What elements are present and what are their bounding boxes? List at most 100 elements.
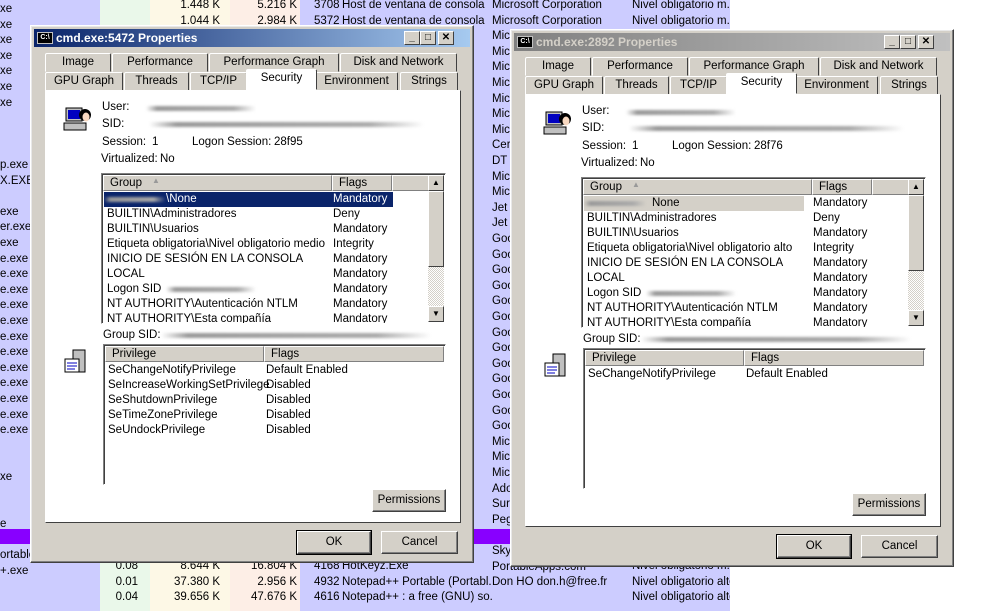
group-row[interactable]: Etiqueta obligatoria\Nivel obligatorio a…	[584, 241, 874, 256]
permissions-button[interactable]: Permissions	[372, 489, 446, 512]
empty-column-header	[392, 175, 430, 191]
group-row[interactable]: BUILTIN\Administradores Deny	[104, 207, 394, 222]
group-row[interactable]: BUILTIN\Administradores Deny	[584, 211, 874, 226]
privilege-column-header[interactable]: Privilege	[105, 346, 264, 362]
privilege-row[interactable]: SeChangeNotifyPrivilege Default Enabled	[586, 367, 906, 382]
tab-image[interactable]: Image	[45, 53, 111, 72]
tab-strings[interactable]: Strings	[880, 76, 938, 95]
group-flags: Mandatory	[813, 197, 868, 209]
tab-security[interactable]: Security	[246, 69, 317, 90]
tab-performance[interactable]: Performance	[112, 53, 208, 72]
user-label: User:	[582, 105, 610, 117]
tab-performance[interactable]: Performance	[592, 57, 688, 76]
flags-column-header[interactable]: Flags	[812, 179, 872, 195]
privilege-name: SeChangeNotifyPrivilege	[588, 368, 716, 380]
privileges-list[interactable]: Privilege Flags SeChangeNotifyPrivilege Def…	[583, 348, 926, 489]
tab-security[interactable]: Security	[726, 73, 797, 94]
flags-column-header[interactable]: Flags	[332, 175, 392, 191]
scrollbar-thumb[interactable]	[908, 195, 924, 271]
group-flags: Mandatory	[333, 283, 388, 295]
scroll-down-button[interactable]: ▼	[428, 306, 444, 322]
scroll-up-button[interactable]: ▲	[428, 175, 444, 191]
group-row[interactable]: NT AUTHORITY\Esta compañía Mandatory	[104, 312, 394, 323]
tab-disk-and-network[interactable]: Disk and Network	[340, 53, 457, 72]
tab-environment[interactable]: Environment	[795, 76, 878, 95]
permissions-button[interactable]: Permissions	[852, 493, 926, 516]
cancel-button[interactable]: Cancel	[381, 531, 458, 554]
logon-session-value: 28f95	[274, 136, 303, 148]
privilege-flags-column-header[interactable]: Flags	[264, 346, 444, 362]
process-name[interactable]: xe	[0, 2, 100, 17]
group-flags: Mandatory	[813, 272, 868, 284]
close-button[interactable]: ✕	[438, 31, 454, 45]
scroll-up-button[interactable]: ▲	[908, 179, 924, 195]
group-name: LOCAL	[587, 272, 625, 284]
title-bar[interactable]: C:\ cmd.exe:5472 Properties _ □ ✕	[34, 29, 470, 47]
privilege-flags-column-header[interactable]: Flags	[744, 350, 924, 366]
group-row[interactable]: Logon SID Mandatory	[584, 286, 874, 301]
tab-gpu-graph[interactable]: GPU Graph	[45, 72, 123, 91]
company-name[interactable]: Microsoft Corporation	[492, 0, 632, 13]
group-row[interactable]: LOCAL Mandatory	[584, 271, 874, 286]
privileges-list[interactable]: Privilege Flags SeChangeNotifyPrivilege Def…	[103, 344, 446, 485]
group-row[interactable]: BUILTIN\Usuarios Mandatory	[104, 222, 394, 237]
groups-scrollbar[interactable]: ▲ ▼	[908, 179, 924, 326]
minimize-button[interactable]: _	[404, 31, 420, 45]
tab-gpu-graph[interactable]: GPU Graph	[525, 76, 603, 95]
maximize-button[interactable]: □	[900, 35, 916, 49]
group-row[interactable]: Logon SID Mandatory	[104, 282, 394, 297]
close-button[interactable]: ✕	[918, 35, 934, 49]
group-column-header[interactable]: Group	[583, 179, 812, 195]
privilege-row[interactable]: SeChangeNotifyPrivilege Default Enabled	[106, 363, 426, 378]
tab-threads[interactable]: Threads	[124, 72, 189, 91]
group-row[interactable]: NT AUTHORITY\Esta compañía Mandatory	[584, 316, 874, 328]
privilege-row[interactable]: SeIncreaseWorkingSetPrivilege Disabled	[106, 378, 426, 393]
groups-scrollbar[interactable]: ▲ ▼	[428, 175, 444, 322]
group-row[interactable]: BUILTIN\Usuarios Mandatory	[584, 226, 874, 241]
maximize-button[interactable]: □	[420, 31, 436, 45]
tab-disk-and-network[interactable]: Disk and Network	[820, 57, 937, 76]
process-name[interactable]: +.exe	[0, 564, 100, 579]
group-row[interactable]: NT AUTHORITY\Autenticación NTLM Mandatory	[584, 301, 874, 316]
privilege-row[interactable]: SeTimeZonePrivilege Disabled	[106, 408, 426, 423]
group-row[interactable]: None Mandatory	[584, 196, 867, 211]
privilege-column-header[interactable]: Privilege	[585, 350, 744, 366]
ok-button[interactable]: OK	[296, 530, 372, 555]
privilege-row[interactable]: SeShutdownPrivilege Disabled	[106, 393, 426, 408]
scrollbar-thumb[interactable]	[428, 191, 444, 267]
privilege-flags: Disabled	[266, 379, 311, 391]
company-name[interactable]: Microsoft Corporation	[492, 14, 632, 29]
group-column-header[interactable]: Group	[103, 175, 332, 191]
company-name[interactable]: Don HO don.h@free.fr	[492, 575, 632, 590]
tab-environment[interactable]: Environment	[315, 72, 398, 91]
title-bar[interactable]: C:\ cmd.exe:2892 Properties _ □ ✕	[514, 33, 950, 51]
tab-tcp-ip[interactable]: TCP/IP	[190, 72, 247, 91]
group-row[interactable]: \None Mandatory	[104, 192, 393, 207]
groups-list[interactable]: Group ▲ Flags None Mandatory BUILTIN\Administ…	[581, 177, 926, 328]
group-row[interactable]: INICIO DE SESIÓN EN LA CONSOLA Mandatory	[584, 256, 874, 271]
tab-strings[interactable]: Strings	[400, 72, 458, 91]
tab-threads[interactable]: Threads	[604, 76, 669, 95]
privilege-flags: Disabled	[266, 394, 311, 406]
privilege-flags: Default Enabled	[266, 364, 348, 376]
security-tab-panel: User: SID: Session: 1 Logon Session: 28f76 Vir…	[525, 94, 941, 527]
group-name: NT AUTHORITY\Esta compañía	[587, 317, 752, 328]
group-row[interactable]: INICIO DE SESIÓN EN LA CONSOLA Mandatory	[104, 252, 394, 267]
scroll-down-button[interactable]: ▼	[908, 310, 924, 326]
group-flags: Mandatory	[813, 257, 868, 269]
privilege-row[interactable]: SeUndockPrivilege Disabled	[106, 423, 426, 438]
cancel-button[interactable]: Cancel	[861, 535, 938, 558]
tab-tcp-ip[interactable]: TCP/IP	[670, 76, 727, 95]
working-set-value: 2.956 K	[257, 575, 297, 588]
group-row[interactable]: Etiqueta obligatoria\Nivel obligatorio m…	[104, 237, 394, 252]
group-flags: Mandatory	[333, 253, 388, 265]
tab-image[interactable]: Image	[525, 57, 591, 76]
ok-button[interactable]: OK	[776, 534, 852, 559]
group-row[interactable]: NT AUTHORITY\Autenticación NTLM Mandatory	[104, 297, 394, 312]
minimize-button[interactable]: _	[884, 35, 900, 49]
cpu-value: 0.01	[115, 575, 138, 588]
group-row[interactable]: LOCAL Mandatory	[104, 267, 394, 282]
logon-session-value: 28f76	[754, 140, 783, 152]
groups-list[interactable]: Group ▲ Flags \None Mandatory BUILTIN\Adminis…	[101, 173, 446, 324]
group-flags: Mandatory	[813, 317, 868, 328]
